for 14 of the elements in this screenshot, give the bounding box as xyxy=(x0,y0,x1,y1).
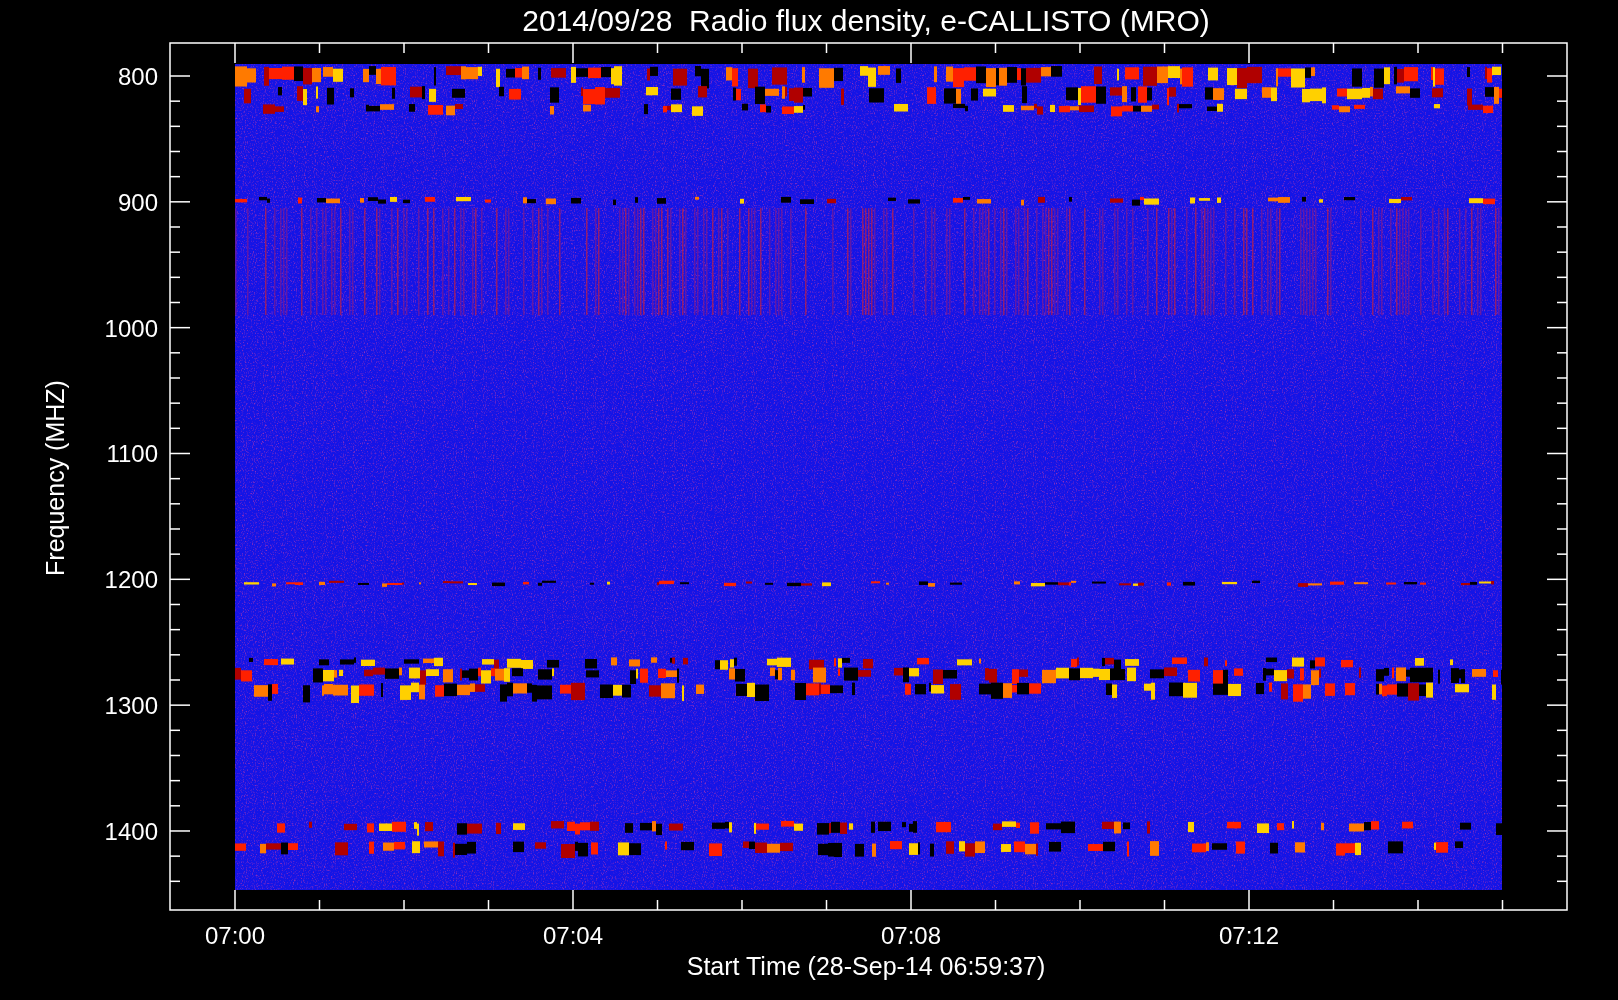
axis-tick-label: 1100 xyxy=(106,440,158,468)
axis-tick-label: 07:08 xyxy=(880,922,942,949)
axis-tick-label: 07:00 xyxy=(204,922,266,949)
chart-title: 2014/09/28 Radio flux density, e-CALLISTO (MRO) xyxy=(522,4,1210,37)
axis-tick-label: 1400 xyxy=(104,818,158,845)
axis-tick-label: 800 xyxy=(117,63,158,90)
axis-tick-label: 07:04 xyxy=(542,922,604,949)
axis-tick-label: 07:12 xyxy=(1218,922,1280,949)
axis-tick-label: 900 xyxy=(117,188,158,216)
axis-tick-label: 1200 xyxy=(104,566,158,594)
axis-title: Start Time (28-Sep-14 06:59:37) xyxy=(686,952,1046,980)
axis-tick-label: 1300 xyxy=(104,692,158,720)
axis-tick-label: 1000 xyxy=(104,314,158,342)
axis-title: Frequency (MHZ) xyxy=(41,380,69,576)
